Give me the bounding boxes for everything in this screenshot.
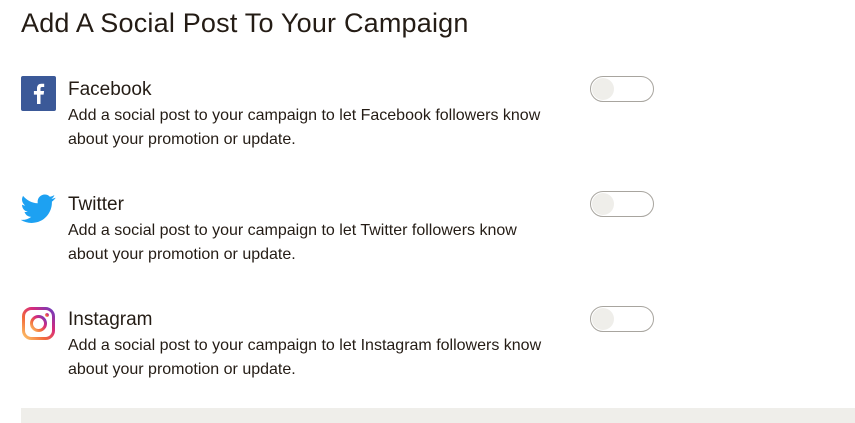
twitter-icon — [20, 191, 56, 226]
footer-bar — [21, 408, 855, 423]
network-description-line2: about your promotion or update. — [68, 361, 296, 378]
network-description-line1: Add a social post to your campaign to le… — [68, 222, 517, 239]
network-description-line2: about your promotion or update. — [68, 131, 296, 148]
network-description-line1: Add a social post to your campaign to le… — [68, 107, 541, 124]
network-name: Facebook — [68, 79, 152, 100]
instagram-text: Instagram Add a social post to your camp… — [68, 306, 588, 382]
network-name: Twitter — [68, 194, 124, 215]
toggle-knob — [592, 308, 614, 330]
twitter-toggle[interactable] — [590, 191, 654, 217]
instagram-icon — [21, 306, 56, 341]
instagram-toggle[interactable] — [590, 306, 654, 332]
social-post-panel: Add A Social Post To Your Campaign Faceb… — [0, 0, 855, 423]
twitter-text: Twitter Add a social post to your campai… — [68, 191, 588, 267]
twitter-row: Twitter Add a social post to your campai… — [20, 191, 661, 281]
toggle-knob — [592, 78, 614, 100]
toggle-knob — [592, 193, 614, 215]
network-description-line2: about your promotion or update. — [68, 246, 296, 263]
page-title: Add A Social Post To Your Campaign — [21, 8, 469, 38]
network-description-line1: Add a social post to your campaign to le… — [68, 337, 542, 354]
facebook-toggle[interactable] — [590, 76, 654, 102]
instagram-row: Instagram Add a social post to your camp… — [21, 306, 661, 396]
facebook-text: Facebook Add a social post to your campa… — [68, 76, 588, 152]
facebook-row: Facebook Add a social post to your campa… — [21, 76, 661, 166]
network-name: Instagram — [68, 309, 153, 330]
facebook-icon — [21, 76, 56, 111]
